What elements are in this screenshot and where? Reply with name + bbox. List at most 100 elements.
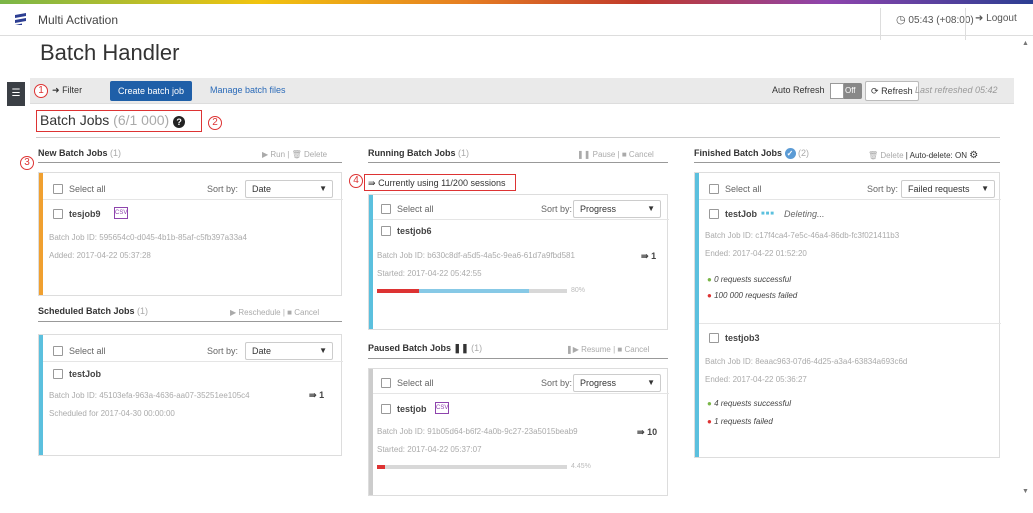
sessions-icon: ⇛ — [309, 390, 317, 400]
loading-dots-icon: ■■■ — [761, 211, 775, 217]
sort-select[interactable]: Progress ▼ — [573, 200, 661, 218]
select-all-checkbox[interactable] — [381, 204, 391, 214]
job-scheduled: Scheduled for 2017-04-30 00:00:00 — [49, 409, 175, 418]
select-all-checkbox[interactable] — [709, 184, 719, 194]
failed-dot-icon: ● — [707, 417, 712, 426]
success-count: ● 4 requests successful — [707, 399, 791, 408]
refresh-button[interactable]: ⟳ Refresh — [865, 81, 919, 101]
column-rule — [694, 162, 1000, 163]
job-checkbox[interactable] — [53, 369, 63, 379]
create-batch-job-button[interactable]: Create batch job — [110, 81, 193, 101]
refresh-label: Refresh — [881, 86, 913, 96]
job-checkbox[interactable] — [709, 209, 719, 219]
auto-delete-toggle[interactable]: Auto-delete: ON — [910, 151, 967, 160]
select-all-checkbox[interactable] — [53, 184, 63, 194]
sort-select[interactable]: Date ▼ — [245, 180, 333, 198]
job-name[interactable]: testJob — [725, 209, 757, 219]
select-all-label: Select all — [725, 184, 762, 194]
column-rule — [38, 321, 342, 322]
cancel-button[interactable]: ■ Cancel — [287, 308, 319, 317]
divider — [699, 323, 1001, 324]
panel-accent — [695, 173, 699, 457]
filter-button[interactable]: ➜ Filter — [52, 85, 82, 96]
last-refreshed: Last refreshed 05:42 — [915, 85, 998, 95]
job-started: Started: 2017-04-22 05:37:07 — [377, 445, 482, 454]
failed-text: 1 requests failed — [714, 417, 773, 426]
gear-icon[interactable]: ⚙ — [969, 150, 978, 161]
auto-refresh-toggle[interactable]: Off — [830, 83, 862, 99]
scheduled-jobs-count: (1) — [137, 306, 149, 316]
job-name[interactable]: testjob3 — [725, 333, 760, 343]
job-name[interactable]: tesjob9 — [69, 209, 101, 219]
pause-button[interactable]: ❚❚ Pause — [577, 150, 615, 159]
running-jobs-panel: Select all Sort by: Progress ▼ testjob6 B… — [368, 194, 669, 330]
filter-label: Filter — [62, 85, 83, 95]
check-circle-icon: ✓ — [784, 148, 796, 159]
cancel-button[interactable]: ■ Cancel — [617, 345, 649, 354]
sort-select[interactable]: Failed requests ▼ — [901, 180, 995, 198]
sessions-indicator: ⇛ 1 — [309, 390, 324, 401]
callout-3: 3 — [20, 156, 34, 170]
section-divider — [36, 137, 1000, 138]
delete-label: Delete — [880, 151, 904, 160]
finished-jobs-actions: 🗑 Delete | Auto-delete: ON ⚙ — [868, 150, 979, 161]
help-icon[interactable]: ? — [173, 116, 186, 128]
scroll-down-icon[interactable]: ▼ — [1022, 488, 1029, 495]
toggle-knob — [830, 83, 844, 99]
csv-file-icon: CSV — [114, 207, 128, 219]
app-title: Multi Activation — [38, 13, 119, 27]
scroll-up-icon[interactable]: ▲ — [1022, 40, 1029, 47]
scheduled-jobs-title: Scheduled Batch Jobs — [38, 306, 135, 316]
cancel-label: Cancel — [628, 150, 654, 159]
reschedule-button[interactable]: ▶ Reschedule — [230, 308, 281, 317]
sort-value: Date — [252, 184, 272, 194]
job-checkbox[interactable] — [709, 333, 719, 343]
sort-label: Sort by: — [207, 184, 239, 194]
delete-button[interactable]: 🗑 Delete — [292, 150, 328, 159]
clock-time: 05:43 (+08:00) — [908, 15, 974, 26]
sidebar-toggle-icon[interactable]: ☰ — [7, 82, 25, 106]
job-name[interactable]: testjob — [397, 404, 427, 414]
run-button[interactable]: ▶ Run — [262, 150, 285, 159]
select-all-checkbox[interactable] — [53, 346, 63, 356]
manage-batch-files-link[interactable]: Manage batch files — [210, 85, 286, 95]
select-all-checkbox[interactable] — [381, 378, 391, 388]
callout-4: 4 — [349, 174, 363, 188]
job-name[interactable]: testjob6 — [397, 226, 432, 236]
running-jobs-actions: ❚❚ Pause | ■ Cancel — [577, 150, 654, 159]
progress-bar — [377, 289, 567, 293]
delete-button[interactable]: 🗑 Delete — [868, 151, 904, 160]
scheduled-jobs-panel: Select all Sort by: Date ▼ testJob Batch … — [38, 334, 343, 456]
panel-accent — [39, 173, 43, 295]
finished-jobs-header: Finished Batch Jobs ✓ (2) — [694, 148, 809, 159]
job-started: Started: 2017-04-22 05:42:55 — [377, 269, 482, 278]
cancel-button[interactable]: ■ Cancel — [622, 150, 654, 159]
cancel-label: Cancel — [294, 308, 320, 317]
logout-link[interactable]: ➜ Logout — [975, 13, 1017, 24]
sessions-indicator: ⇛ 1 — [641, 251, 656, 262]
sessions-icon: ⇛ — [637, 427, 645, 437]
callout-1: 1 — [34, 84, 48, 98]
sessions-note-text: Currently using 11/200 sessions — [378, 178, 506, 188]
page-scrollbar[interactable]: ▲ ▼ — [1020, 40, 1030, 500]
chevron-down-icon: ▼ — [319, 346, 327, 355]
failed-dot-icon: ● — [707, 291, 712, 300]
job-name[interactable]: testJob — [69, 369, 101, 379]
new-jobs-actions: ▶ Run | 🗑 Delete — [262, 150, 328, 159]
panel-accent — [369, 195, 373, 329]
sort-select[interactable]: Date ▼ — [245, 342, 333, 360]
resume-button[interactable]: ❚▶ Resume — [566, 345, 611, 354]
sessions-icon: ⇛ — [641, 251, 649, 261]
sort-value: Failed requests — [908, 184, 970, 194]
job-checkbox[interactable] — [381, 226, 391, 236]
arrow-right-icon: ➜ — [52, 85, 60, 95]
progress-bar — [377, 465, 567, 469]
job-checkbox[interactable] — [53, 209, 63, 219]
progress-failed-fill — [377, 289, 419, 293]
batch-jobs-count: (6/1 000) — [113, 112, 170, 128]
sessions-count: 10 — [647, 427, 658, 437]
column-rule — [368, 162, 668, 163]
job-checkbox[interactable] — [381, 404, 391, 414]
toolbar: ➜ Filter Create batch job Manage batch f… — [30, 78, 1014, 104]
sort-select[interactable]: Progress ▼ — [573, 374, 661, 392]
